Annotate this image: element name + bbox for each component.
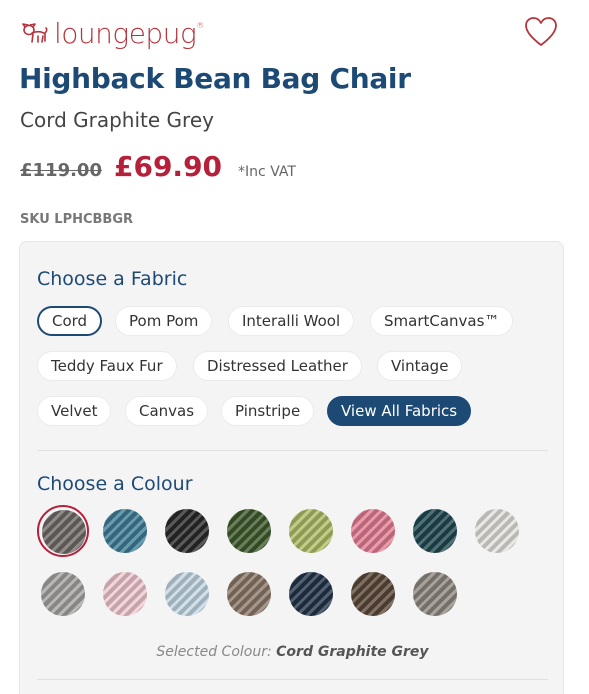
selected-colour-label: Selected Colour: — [156, 644, 272, 660]
colour-swatch[interactable] — [285, 505, 337, 557]
fabric-option-cord[interactable]: Cord — [37, 306, 103, 336]
view-all-fabrics-button[interactable]: View All Fabrics — [327, 396, 472, 426]
section-divider — [37, 679, 548, 680]
colour-swatch[interactable] — [161, 505, 213, 557]
selected-colour-text: Selected Colour: Cord Graphite Grey — [20, 644, 565, 660]
colour-swatch[interactable] — [223, 505, 275, 557]
swatch-fabric-texture — [227, 509, 271, 553]
colour-swatch[interactable] — [99, 568, 151, 620]
brand-name: loungepug® — [54, 17, 204, 50]
swatch-fabric-texture — [351, 509, 395, 553]
colour-swatch[interactable] — [347, 568, 399, 620]
fabric-option-smartcanvas[interactable]: SmartCanvas™ — [370, 306, 514, 336]
swatch-fabric-texture — [413, 509, 457, 553]
fabric-option-velvet[interactable]: Velvet — [37, 396, 112, 426]
heart-icon — [525, 17, 557, 46]
original-price: £119.00 — [20, 160, 102, 181]
selected-colour-value: Cord Graphite Grey — [276, 644, 429, 660]
registered-mark: ® — [196, 21, 204, 30]
product-subtitle: Cord Graphite Grey — [20, 108, 214, 132]
colour-heading: Choose a Colour — [37, 473, 193, 495]
fabric-option-pinstripe[interactable]: Pinstripe — [221, 396, 315, 426]
options-panel: Choose a Fabric Cord Pom Pom Interalli W… — [19, 241, 564, 694]
colour-swatch[interactable] — [471, 505, 523, 557]
fabric-option-canvas[interactable]: Canvas — [125, 396, 209, 426]
sale-price: £69.90 — [113, 150, 223, 183]
fabric-option-vintage[interactable]: Vintage — [377, 351, 463, 381]
colour-swatch[interactable] — [37, 568, 89, 620]
product-title: Highback Bean Bag Chair — [19, 62, 411, 95]
swatch-fabric-texture — [165, 509, 209, 553]
vat-note: *Inc VAT — [238, 164, 296, 180]
pug-icon — [22, 23, 48, 43]
fabric-option-teddy-faux-fur[interactable]: Teddy Faux Fur — [37, 351, 177, 381]
colour-swatch[interactable] — [285, 568, 337, 620]
colour-swatch[interactable] — [409, 505, 461, 557]
fabric-option-distressed-leather[interactable]: Distressed Leather — [193, 351, 362, 381]
price-row: £119.00 £69.90 *Inc VAT — [20, 150, 296, 183]
colour-swatch[interactable] — [99, 505, 151, 557]
fabric-option-pom-pom[interactable]: Pom Pom — [115, 306, 213, 336]
swatch-fabric-texture — [289, 509, 333, 553]
wishlist-button[interactable] — [524, 16, 558, 48]
fabric-option-interalli-wool[interactable]: Interalli Wool — [228, 306, 355, 336]
swatch-fabric-texture — [103, 572, 147, 616]
colour-swatch[interactable] — [37, 505, 89, 557]
swatch-fabric-texture — [351, 572, 395, 616]
swatch-fabric-texture — [289, 572, 333, 616]
section-divider — [37, 450, 548, 451]
swatch-fabric-texture — [165, 572, 209, 616]
colour-swatch[interactable] — [409, 568, 461, 620]
swatch-fabric-texture — [475, 509, 519, 553]
colour-swatch[interactable] — [161, 568, 213, 620]
brand-logo[interactable]: loungepug® — [20, 18, 204, 50]
sku-label: SKU LPHCBBGR — [20, 212, 134, 227]
swatch-fabric-texture — [41, 572, 85, 616]
fabric-heading: Choose a Fabric — [37, 268, 188, 290]
swatch-fabric-texture — [103, 509, 147, 553]
swatch-fabric-texture — [227, 572, 271, 616]
swatch-fabric-texture — [42, 510, 86, 554]
colour-swatch[interactable] — [347, 505, 399, 557]
swatch-fabric-texture — [413, 572, 457, 616]
colour-swatch[interactable] — [223, 568, 275, 620]
